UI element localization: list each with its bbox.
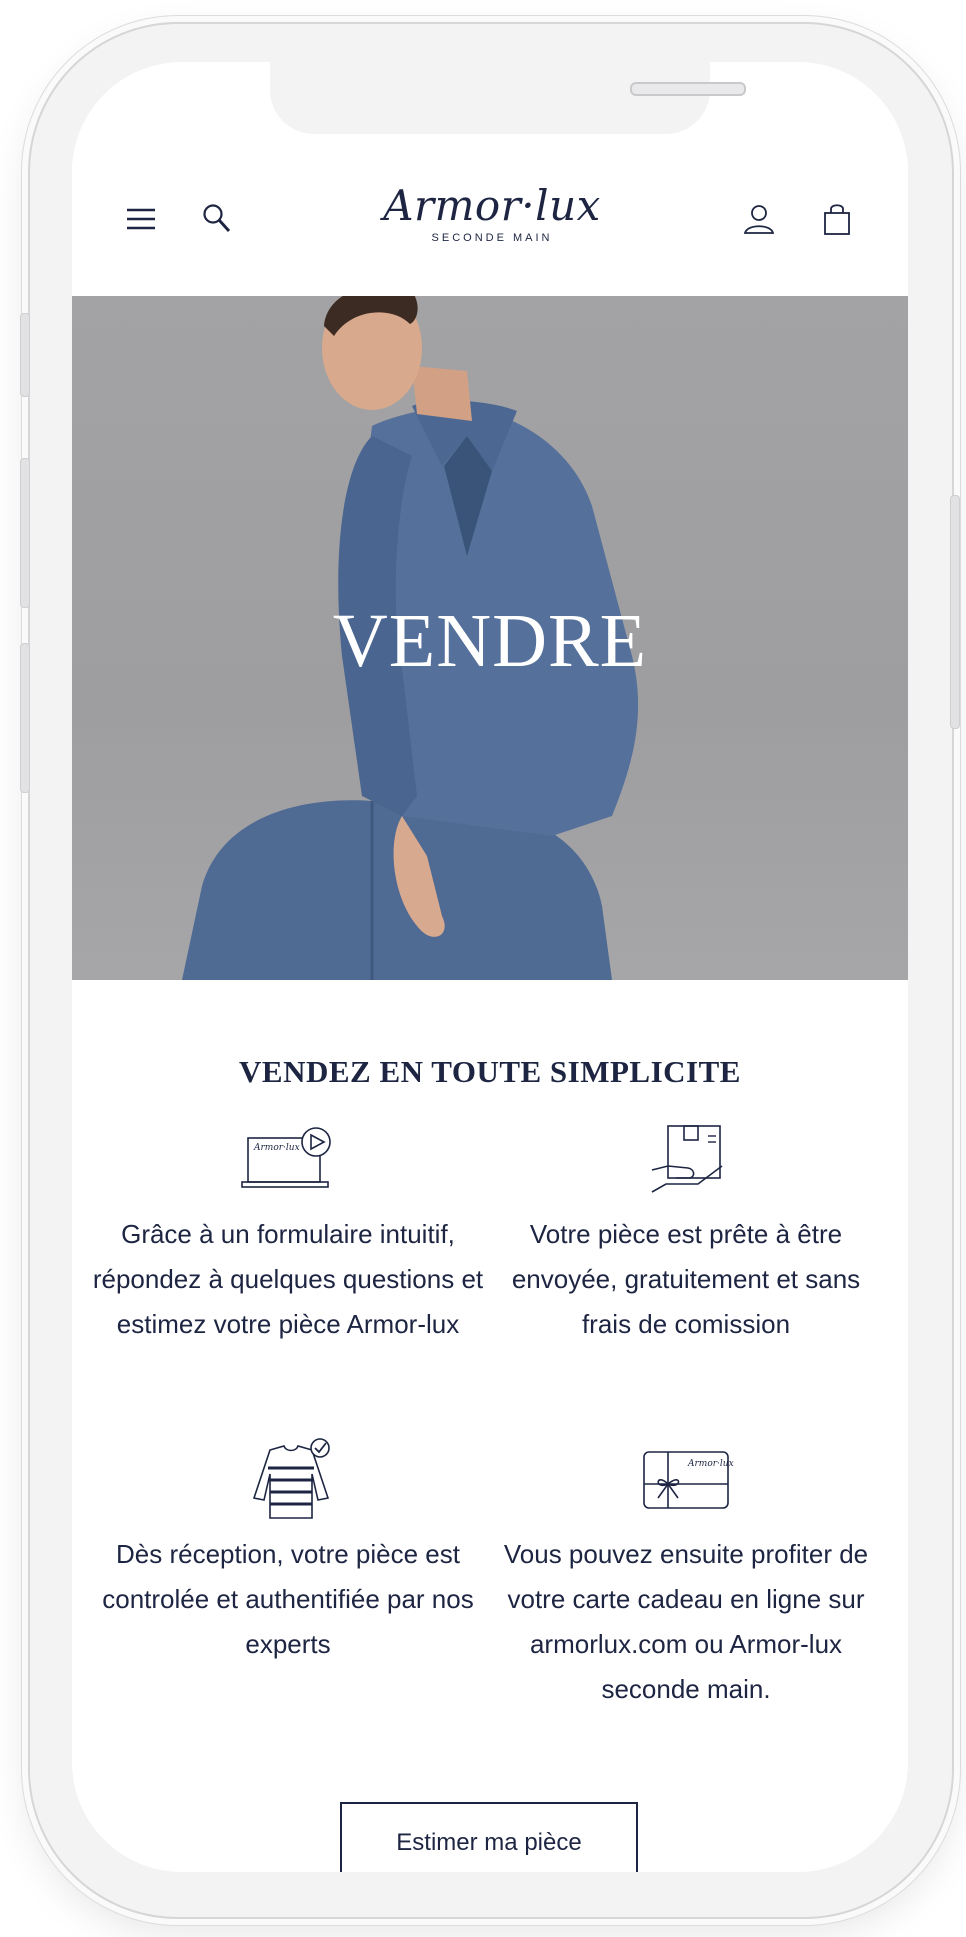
- brand-logo[interactable]: Armor·lux SECONDE MAIN: [352, 181, 632, 245]
- step-gift-card: Armor·lux Vous pouvez ensuite profiter d…: [486, 1438, 886, 1712]
- logo-subtitle: SECONDE MAIN: [431, 232, 553, 244]
- phone-power-button: [950, 495, 960, 729]
- phone-speaker: [630, 82, 746, 96]
- step-estimate: Armor·lux Grâce à un formulaire intuitif…: [88, 1122, 488, 1347]
- phone-notch: [270, 62, 746, 134]
- search-icon[interactable]: [200, 202, 234, 236]
- phone-screen: Armor·lux SECONDE MAIN VENDRE VENDEZ EN …: [72, 62, 908, 1872]
- step-estimate-text: Grâce à un formulaire intuitif, répondez…: [92, 1219, 484, 1339]
- account-icon[interactable]: [742, 202, 776, 236]
- step-control-text: Dès réception, votre pièce est controlée…: [102, 1539, 474, 1659]
- shopping-bag-icon[interactable]: [820, 202, 854, 236]
- striped-sweater-check-icon: [252, 1438, 330, 1519]
- step-gift-card-text: Vous pouvez ensuite profiter de votre ca…: [503, 1539, 869, 1704]
- hero-title: VENDRE: [332, 599, 648, 683]
- menu-icon[interactable]: [124, 202, 158, 236]
- step-send-text: Votre pièce est prête à être envoyée, gr…: [511, 1219, 861, 1339]
- phone-volume-up-button: [20, 458, 30, 608]
- gift-card-icon: Armor·lux: [643, 1451, 734, 1509]
- laptop-form-icon: Armor·lux: [241, 1127, 331, 1188]
- laptop-brand-text: Armor·lux: [253, 1143, 300, 1153]
- estimate-piece-button[interactable]: Estimer ma pièce: [340, 1802, 638, 1872]
- site-header: Armor·lux SECONDE MAIN: [72, 154, 908, 296]
- gift-card-brand-text: Armor·lux: [687, 1459, 734, 1469]
- logo-wordmark: Armor·lux: [383, 181, 601, 230]
- section-title: VENDEZ EN TOUTE SIMPLICITE: [239, 1054, 741, 1089]
- package-hand-icon: [651, 1125, 723, 1193]
- step-send: Votre pièce est prête à être envoyée, gr…: [486, 1122, 886, 1347]
- hero-banner: VENDRE: [72, 296, 908, 980]
- step-control: Dès réception, votre pièce est controlée…: [88, 1438, 488, 1667]
- phone-mute-switch: [20, 313, 30, 397]
- phone-volume-down-button: [20, 643, 30, 793]
